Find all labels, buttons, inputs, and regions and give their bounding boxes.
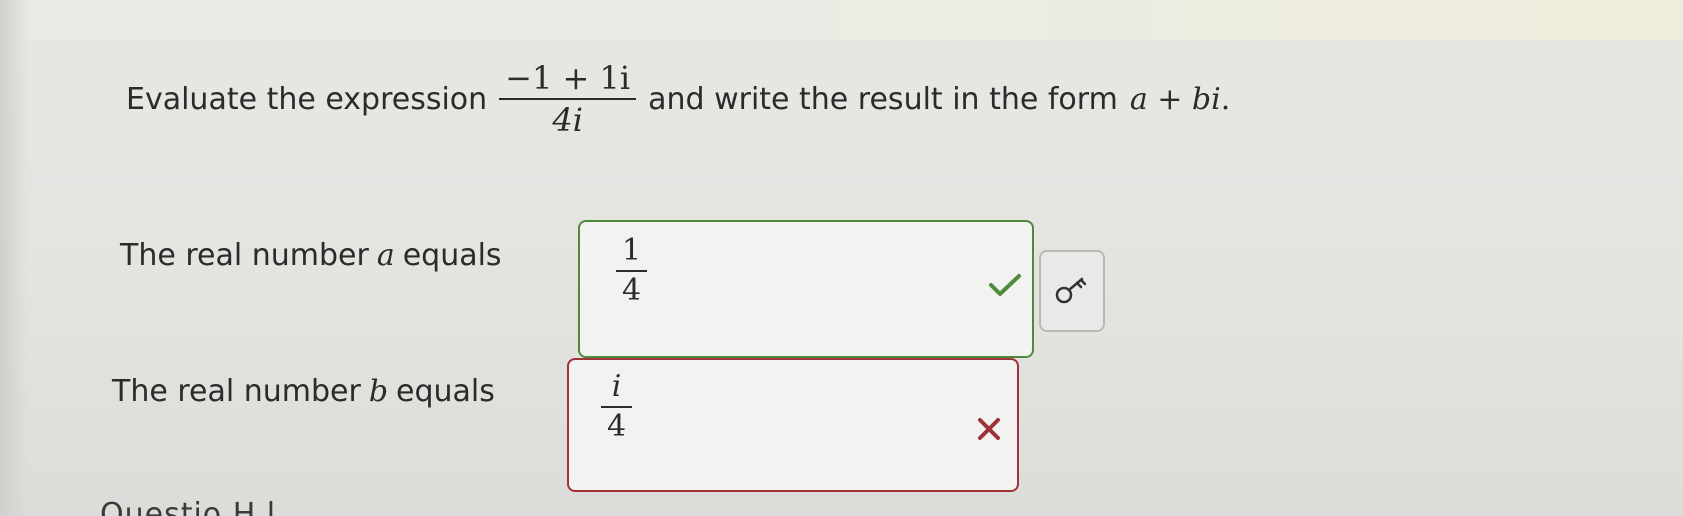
variable-a: a	[376, 238, 395, 273]
answer-b-numerator: i	[611, 369, 622, 404]
expression-numerator: −1 + 1i	[505, 59, 631, 97]
key-button[interactable]	[1039, 250, 1105, 332]
answer-a-numerator: 1	[622, 233, 642, 268]
question-suffix: .	[1220, 81, 1231, 117]
real-b-label-prefix: The real number	[112, 374, 361, 409]
answer-a-denominator: 4	[622, 273, 642, 308]
question-prompt: Evaluate the expression −1 + 1i 4i and w…	[126, 58, 1230, 140]
answer-b-denominator: 4	[607, 409, 627, 444]
screen-edge-shadow	[0, 0, 28, 516]
real-a-label-prefix: The real number	[120, 238, 369, 273]
question-prefix: Evaluate the expression	[126, 81, 488, 117]
checkmark-icon	[989, 274, 1021, 296]
result-form: a + bi	[1129, 81, 1221, 117]
footer-partial-text: Questio H l	[100, 497, 277, 516]
variable-b: b	[368, 374, 389, 409]
expression-fraction: −1 + 1i 4i	[499, 58, 637, 140]
real-a-label: The real number a equals	[120, 238, 502, 273]
answer-input-b[interactable]: i 4	[567, 358, 1019, 492]
key-icon	[1055, 277, 1087, 304]
real-b-label-suffix: equals	[396, 374, 495, 409]
real-a-label-suffix: equals	[402, 238, 502, 273]
answer-b-fraction: i 4	[601, 368, 633, 446]
incorrect-x-icon	[978, 418, 1000, 440]
question-middle: and write the result in the form	[648, 81, 1118, 117]
real-b-label: The real number b equals	[112, 374, 495, 409]
answer-input-a[interactable]: 1 4	[578, 220, 1034, 358]
background-sheen	[0, 0, 1683, 40]
expression-denominator: 4i	[552, 101, 583, 139]
answer-a-fraction: 1 4	[616, 232, 648, 310]
